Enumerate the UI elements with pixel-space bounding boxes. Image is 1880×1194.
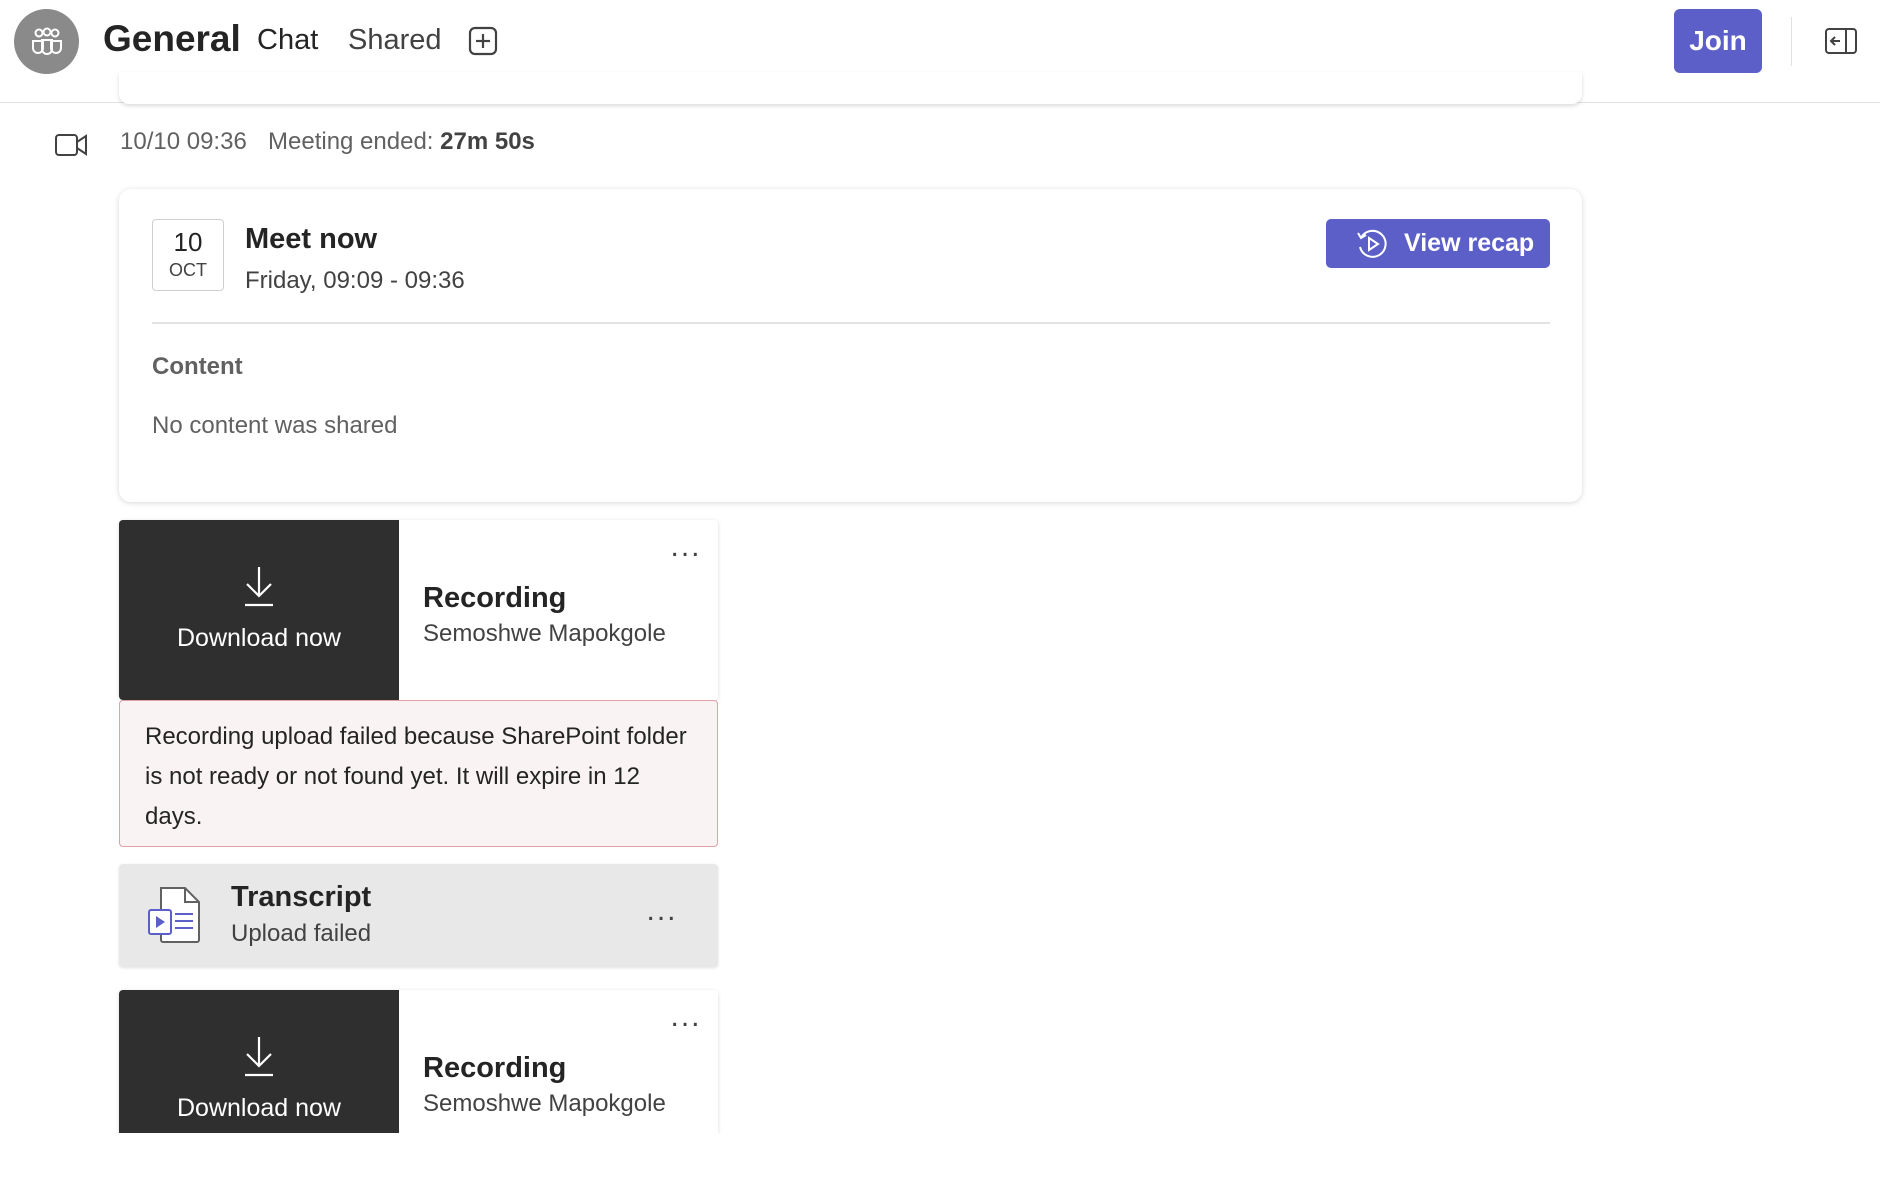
- meeting-time-range: Friday, 09:09 - 09:36: [245, 267, 465, 294]
- meeting-ended-label: Meeting ended:: [268, 128, 434, 155]
- more-options-icon: ...: [646, 894, 678, 927]
- meeting-title: Meet now: [245, 223, 378, 255]
- view-recap-label: View recap: [1404, 229, 1535, 257]
- date-month: OCT: [169, 260, 207, 280]
- transcript-file-icon: [148, 887, 200, 943]
- upload-error-banner: Recording upload failed because SharePoi…: [119, 700, 718, 847]
- tab-shared[interactable]: Shared: [348, 24, 442, 57]
- date-badge: 10 OCT: [152, 219, 224, 291]
- download-icon: [245, 1037, 273, 1077]
- card-divider: [152, 322, 1550, 324]
- meeting-ended-text: Meeting ended: 27m 50s: [268, 128, 535, 156]
- team-icon: [31, 27, 62, 55]
- header-divider: [1791, 17, 1792, 66]
- recording-card[interactable]: Download now Recording Semoshwe Mapokgol…: [119, 520, 718, 700]
- team-avatar[interactable]: [14, 9, 79, 74]
- content-heading: Content: [152, 353, 243, 380]
- meeting-end-timestamp: 10/10 09:36: [120, 128, 247, 155]
- recording-title: Recording: [423, 582, 567, 614]
- content-empty-text: No content was shared: [152, 412, 398, 439]
- previous-card: [119, 72, 1582, 104]
- download-icon: [245, 567, 273, 607]
- more-options-icon: ...: [670, 1000, 702, 1033]
- view-recap-button[interactable]: View recap: [1326, 219, 1550, 268]
- recording-title: Recording: [423, 1052, 567, 1084]
- meeting-duration: 27m 50s: [440, 128, 535, 155]
- recording-card[interactable]: Download now Recording Semoshwe Mapokgol…: [119, 990, 718, 1133]
- upload-error-text: Recording upload failed because SharePoi…: [145, 723, 687, 830]
- meeting-card: 10 OCT Meet now Friday, 09:09 - 09:36 Vi…: [119, 189, 1582, 502]
- video-camera-icon: [55, 134, 87, 156]
- recap-play-icon: [1357, 229, 1387, 258]
- tab-chat[interactable]: Chat: [257, 24, 318, 57]
- transcript-status: Upload failed: [231, 920, 372, 947]
- more-options-button[interactable]: ...: [666, 532, 706, 566]
- more-options-button[interactable]: ...: [642, 896, 682, 930]
- download-now-label: Download now: [177, 624, 341, 652]
- side-panel-icon[interactable]: [1824, 26, 1858, 56]
- more-options-button[interactable]: ...: [666, 1002, 706, 1036]
- transcript-card[interactable]: Transcript Upload failed ...: [119, 864, 718, 967]
- download-now-button[interactable]: Download now: [119, 520, 399, 700]
- recording-owner: Semoshwe Mapokgole: [423, 1090, 666, 1117]
- date-day: 10: [173, 227, 203, 257]
- recording-owner: Semoshwe Mapokgole: [423, 620, 666, 647]
- add-tab-icon[interactable]: [468, 26, 498, 56]
- recording-card-viewport: Download now Recording Semoshwe Mapokgol…: [110, 985, 730, 1133]
- join-button[interactable]: Join: [1674, 9, 1762, 73]
- transcript-title: Transcript: [231, 881, 372, 913]
- more-options-icon: ...: [670, 530, 702, 563]
- download-now-button[interactable]: Download now: [119, 990, 399, 1133]
- download-now-label: Download now: [177, 1094, 341, 1122]
- channel-title: General: [103, 18, 241, 59]
